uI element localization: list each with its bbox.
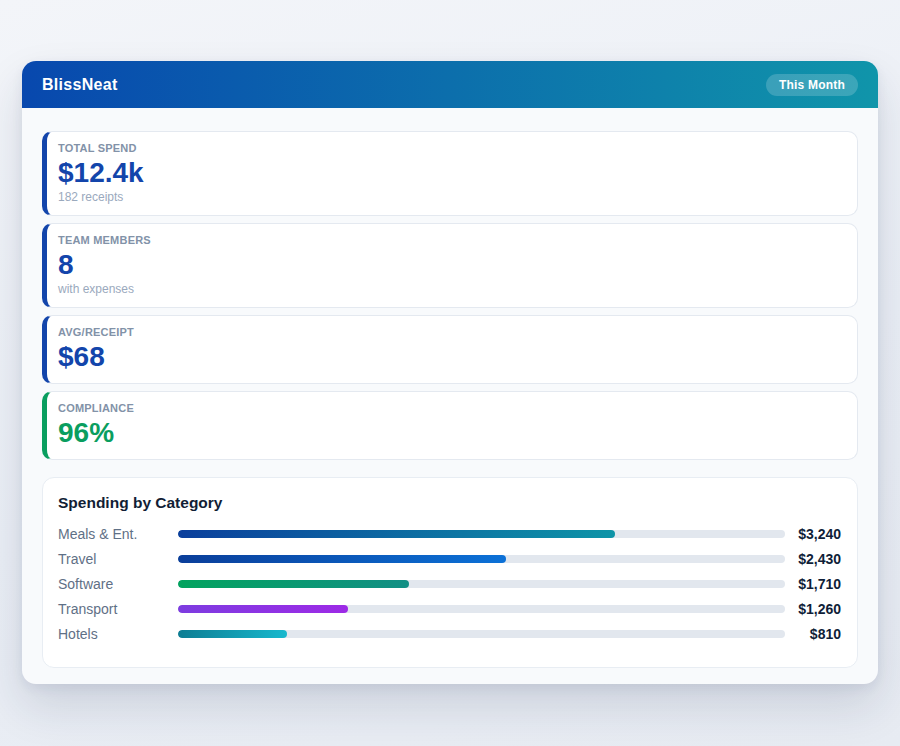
stat-label: TEAM MEMBERS [58,234,841,247]
app-body: TOTAL SPEND $12.4k 182 receipts TEAM MEM… [22,108,878,684]
category-bar-fill [178,555,506,563]
stat-card: TEAM MEMBERS 8 with expenses [42,223,858,308]
stat-label: AVG/RECEIPT [58,326,841,339]
category-card: Spending by Category Meals & Ent. $3,240… [42,477,858,668]
category-label: Transport [58,601,178,617]
category-bar-fill [178,530,615,538]
category-row: Hotels $810 [58,621,841,646]
stat-value: $12.4k [58,158,841,188]
app-header: BlissNeat This Month [22,61,878,108]
category-label: Hotels [58,626,178,642]
category-row: Software $1,710 [58,571,841,596]
category-title: Spending by Category [58,493,841,512]
stat-label: TOTAL SPEND [58,142,841,155]
category-bar-fill [178,630,287,638]
app-title: BlissNeat [42,76,118,94]
category-amount: $2,430 [785,551,841,567]
category-bar-track [178,605,785,613]
app-card: BlissNeat This Month TOTAL SPEND $12.4k … [22,61,878,684]
stat-value: 96% [58,418,841,448]
category-amount: $810 [785,626,841,642]
stat-value: 8 [58,250,841,280]
stat-value: $68 [58,342,841,372]
category-label: Meals & Ent. [58,526,178,542]
category-bar-fill [178,580,409,588]
category-bar-track [178,630,785,638]
category-bar-track [178,555,785,563]
period-badge[interactable]: This Month [766,74,858,96]
category-row: Transport $1,260 [58,596,841,621]
category-amount: $1,260 [785,601,841,617]
stat-card: COMPLIANCE 96% [42,391,858,460]
category-amount: $1,710 [785,576,841,592]
category-label: Travel [58,551,178,567]
category-rows: Meals & Ent. $3,240 Travel $2,430 Softwa… [58,521,841,646]
stat-sub: with expenses [58,282,841,296]
category-bar-fill [178,605,348,613]
stat-card: AVG/RECEIPT $68 [42,315,858,384]
stats-list: TOTAL SPEND $12.4k 182 receipts TEAM MEM… [42,131,858,460]
category-row: Travel $2,430 [58,546,841,571]
category-label: Software [58,576,178,592]
category-bar-track [178,580,785,588]
category-bar-track [178,530,785,538]
stat-sub: 182 receipts [58,190,841,204]
category-amount: $3,240 [785,526,841,542]
category-row: Meals & Ent. $3,240 [58,521,841,546]
stat-card: TOTAL SPEND $12.4k 182 receipts [42,131,858,216]
stat-label: COMPLIANCE [58,402,841,415]
